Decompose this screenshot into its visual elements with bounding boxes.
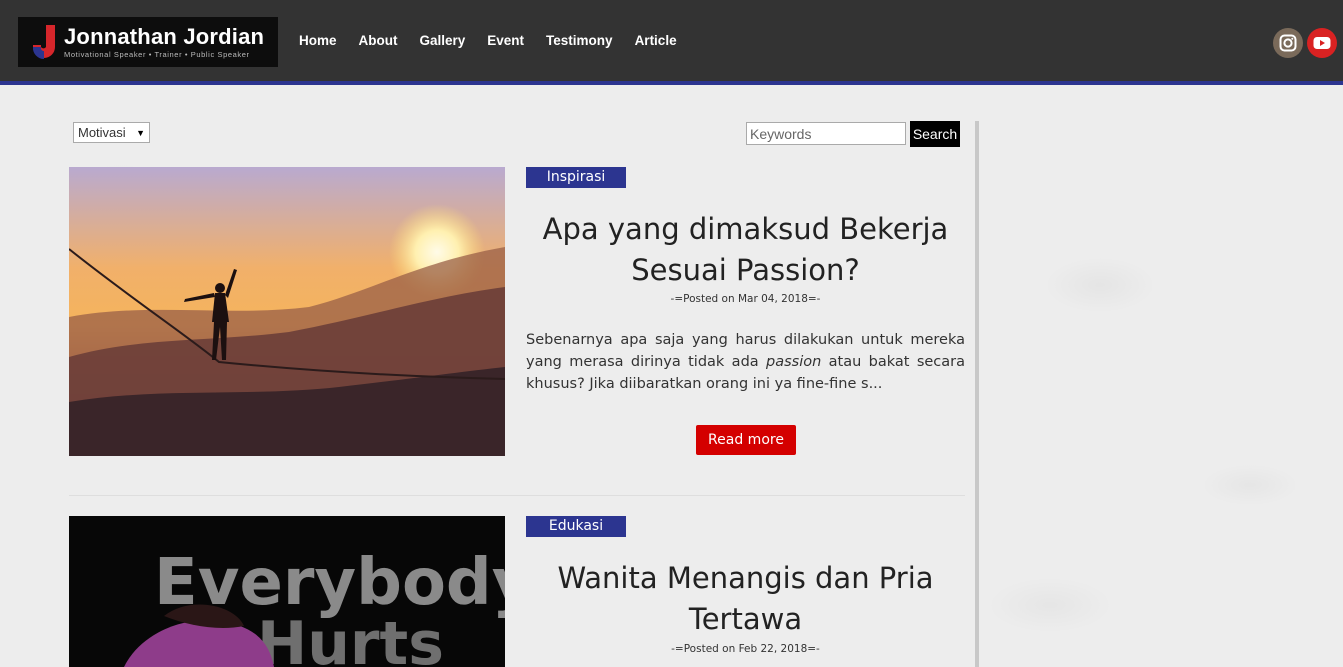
nav-article[interactable]: Article [635,33,677,48]
youtube-icon[interactable] [1307,28,1337,58]
nav-home[interactable]: Home [299,33,337,48]
logo-j-icon [32,25,55,60]
read-more-button[interactable]: Read more [696,425,796,455]
site-logo[interactable]: Jonnathan Jordian Motivational Speaker •… [18,17,278,67]
chevron-down-icon: ▼ [136,127,145,138]
site-header: Jonnathan Jordian Motivational Speaker •… [0,0,1343,81]
category-select-value: Motivasi [78,125,126,140]
everybody-hurts-image: Everybody Hurts [69,516,505,667]
logo-name: Jonnathan Jordian [64,24,265,49]
category-select[interactable]: Motivasi ▼ [73,122,150,143]
nav-gallery[interactable]: Gallery [420,33,466,48]
article-title[interactable]: Wanita Menangis dan Pria Tertawa [526,558,965,640]
svg-text:Hurts: Hurts [257,609,444,667]
post-date: -=Posted on Feb 22, 2018=- [671,643,820,655]
article-thumbnail[interactable] [69,167,505,456]
nav-about[interactable]: About [359,33,398,48]
sidebar-divider [975,121,979,667]
header-accent-bar [0,81,1343,85]
article-title[interactable]: Apa yang dimaksud Bekerja Sesuai Passion… [526,209,965,291]
nav-testimony[interactable]: Testimony [546,33,613,48]
tightrope-sunset-image [69,167,505,456]
instagram-icon[interactable] [1273,28,1303,58]
search-input[interactable] [746,122,906,145]
category-badge[interactable]: Inspirasi [526,167,626,188]
main-nav: Home About Gallery Event Testimony Artic… [299,33,699,48]
article-thumbnail[interactable]: Everybody Hurts [69,516,505,667]
article-separator [69,495,965,496]
logo-tagline: Motivational Speaker • Trainer • Public … [64,50,250,59]
category-badge[interactable]: Edukasi [526,516,626,537]
article-excerpt: Sebenarnya apa saja yang harus dilakukan… [526,332,965,392]
nav-event[interactable]: Event [487,33,524,48]
search-button[interactable]: Search [910,121,960,147]
excerpt-emphasis: passion [766,354,822,370]
post-date: -=Posted on Mar 04, 2018=- [670,293,821,305]
